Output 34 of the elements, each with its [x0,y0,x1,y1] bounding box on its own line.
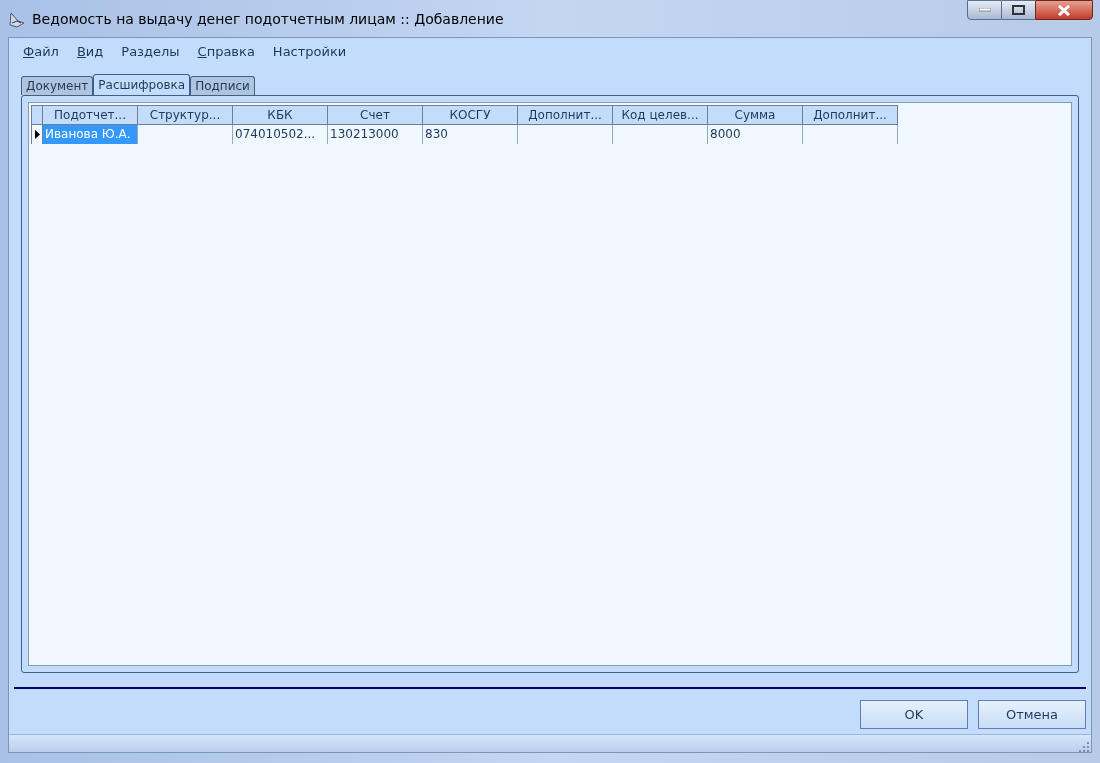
column-header: КОСГУ [423,105,518,125]
table-cell: 8000 [708,125,803,144]
close-button[interactable] [1035,0,1093,20]
maximize-button[interactable] [1002,0,1035,20]
resize-grip-icon [1079,742,1089,752]
column-header: КБК [233,105,328,125]
maximize-icon [1012,5,1025,15]
table-cell: 130213000 [328,125,423,144]
menu-item[interactable]: Вид [70,41,110,62]
menu-item[interactable]: Настройки [266,41,353,62]
tab[interactable]: Подписи [190,76,255,95]
column-header: Код целев... [613,105,708,125]
tab[interactable]: Документ [21,76,94,95]
minimize-button[interactable] [967,0,1002,20]
dialog-button[interactable]: OK [860,700,968,729]
menu-item[interactable]: Справка [191,41,261,62]
table-cell: 830 [423,125,518,144]
app-icon [8,10,26,29]
column-header: Сумма [708,105,803,125]
current-row-icon [34,130,40,139]
menu-item[interactable]: Файл [17,41,65,62]
minimize-icon [978,8,991,12]
window-title: Ведомость на выдачу денег подотчетным лицам :: Добавление [32,10,504,29]
column-header: Счет [328,105,423,125]
column-header: Дополнит... [803,105,898,125]
close-icon [1057,4,1071,16]
column-header: Подотчет... [43,105,138,125]
table-cell: Иванова Ю.А. [43,125,138,144]
menu-item[interactable]: Разделы [115,41,186,62]
tab[interactable]: Расшифровка [93,74,191,95]
dialog-button[interactable]: Отмена [978,700,1086,729]
column-header: Дополнит... [518,105,613,125]
table-cell: 074010502... [233,125,328,144]
column-header: Структур... [138,105,233,125]
